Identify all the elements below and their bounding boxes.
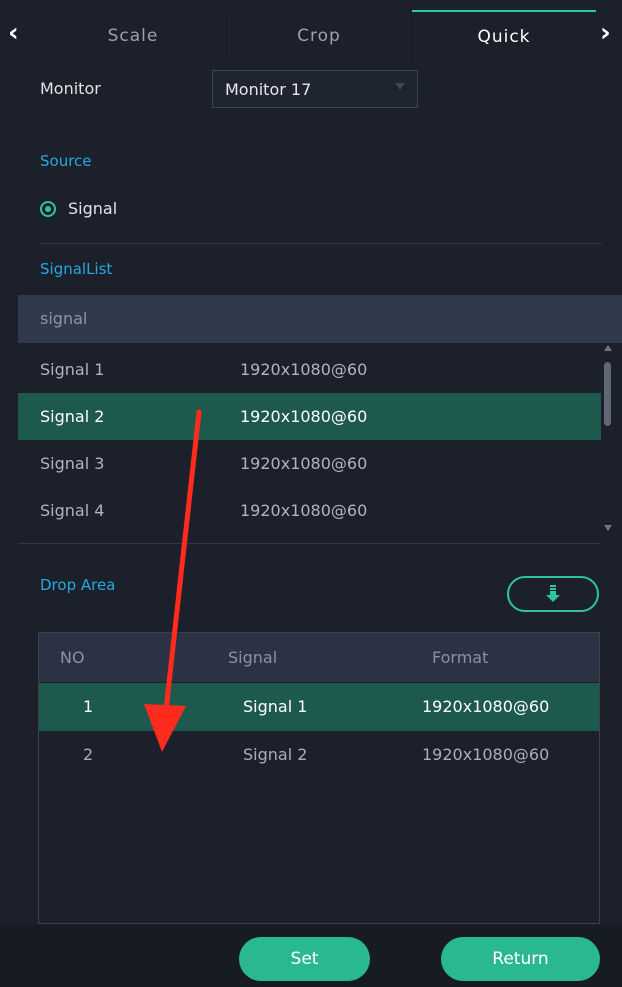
signal-filter-text: signal: [40, 309, 88, 328]
column-header-format: Format: [432, 648, 489, 667]
signal-list-row[interactable]: Signal 2 1920x1080@60: [18, 393, 601, 440]
table-row[interactable]: 2 Signal 2 1920x1080@60: [39, 731, 599, 779]
set-button[interactable]: Set: [239, 937, 370, 981]
signal-radio[interactable]: [40, 201, 56, 217]
row-signal: Signal 1: [243, 697, 308, 716]
signal-radio-label: Signal: [68, 199, 118, 218]
monitor-select-value: Monitor 17: [225, 79, 312, 99]
signal-name: Signal 2: [40, 407, 105, 426]
monitor-select[interactable]: Monitor 17: [212, 70, 418, 108]
source-section-title: Source: [40, 152, 92, 170]
signal-name: Signal 3: [40, 454, 105, 473]
row-format: 1920x1080@60: [422, 745, 550, 764]
tab-crop[interactable]: Crop: [227, 10, 411, 62]
row-format: 1920x1080@60: [422, 697, 550, 716]
tab-quick[interactable]: Quick: [412, 10, 596, 62]
return-button[interactable]: Return: [441, 937, 600, 981]
column-header-no: NO: [60, 648, 85, 667]
row-signal: Signal 2: [243, 745, 308, 764]
signal-format: 1920x1080@60: [240, 501, 368, 520]
chevron-right-icon[interactable]: ›: [600, 18, 611, 48]
row-number: 1: [83, 697, 94, 716]
signallist-section-title: SignalList: [40, 260, 113, 278]
scroll-down-icon[interactable]: [604, 525, 612, 531]
scroll-up-icon[interactable]: [604, 345, 612, 351]
chevron-left-icon[interactable]: ‹: [8, 18, 19, 48]
list-scrollbar[interactable]: [604, 362, 611, 426]
arrow-down-icon: [546, 585, 560, 602]
signal-list-row[interactable]: Signal 1 1920x1080@60: [18, 346, 601, 393]
signal-name: Signal 1: [40, 360, 105, 379]
drop-area-section-title: Drop Area: [40, 576, 116, 594]
signal-list-row[interactable]: Signal 4 1920x1080@60: [18, 487, 601, 534]
monitor-label: Monitor: [40, 79, 101, 98]
add-to-drop-area-button[interactable]: [507, 576, 599, 612]
drop-area-table-header: [39, 633, 599, 682]
signal-format: 1920x1080@60: [240, 360, 368, 379]
section-divider: [40, 243, 602, 244]
signal-format: 1920x1080@60: [240, 407, 368, 426]
row-number: 2: [83, 745, 94, 764]
table-row[interactable]: 1 Signal 1 1920x1080@60: [39, 683, 599, 731]
signal-filter-bar[interactable]: signal: [18, 295, 622, 343]
list-bottom-divider: [18, 543, 601, 544]
signal-list-row[interactable]: Signal 3 1920x1080@60: [18, 440, 601, 487]
signal-name: Signal 4: [40, 501, 105, 520]
tab-scale[interactable]: Scale: [40, 10, 226, 62]
chevron-down-icon: [395, 83, 405, 90]
column-header-signal: Signal: [228, 648, 278, 667]
tab-bar: ‹ Scale Crop Quick ›: [0, 0, 622, 62]
signal-format: 1920x1080@60: [240, 454, 368, 473]
